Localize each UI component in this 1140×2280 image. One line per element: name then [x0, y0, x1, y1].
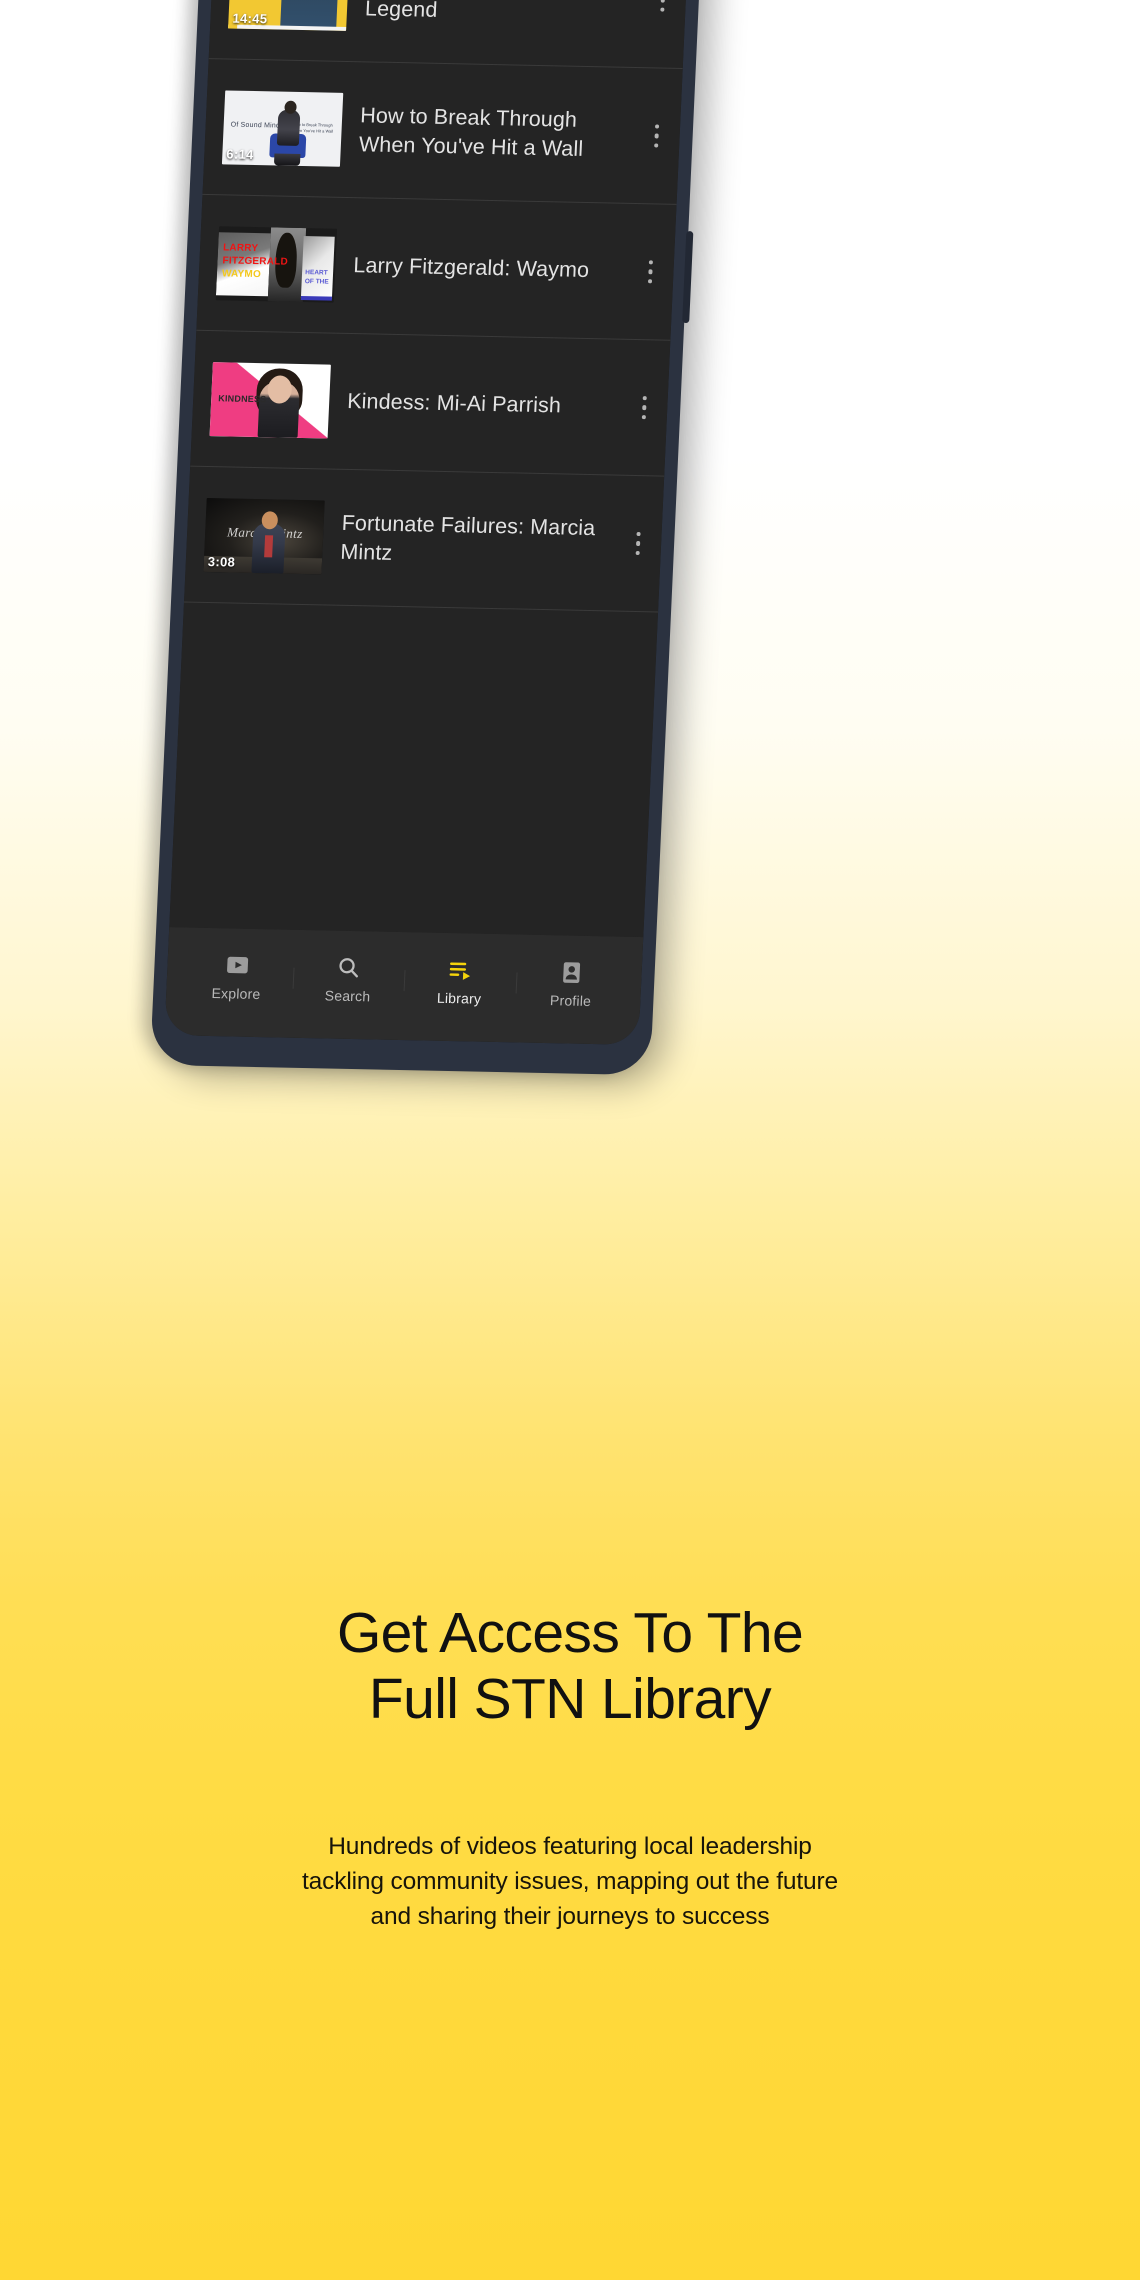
nav-item-search[interactable]: Search — [291, 953, 405, 1004]
thumbnail-side-line1: HEART — [305, 268, 328, 277]
duration-badge: 3:08 — [207, 553, 236, 570]
marcia-mintz-thumbnail[interactable]: Marcia Mintz 3:08 — [203, 497, 325, 574]
headline-line-2: Full STN Library — [368, 1667, 772, 1732]
duration-badge: 14:45 — [232, 10, 268, 26]
of-sound-mind-thumbnail[interactable]: Of Sound Mind How to Break Through When … — [221, 89, 344, 167]
larry-fitzgerald-waymo-thumbnail[interactable]: LARRY FITZGERALD WAYMO HEART OF THE — [215, 225, 338, 303]
alice-cooper-thumbnail[interactable]: COOPER ALICE COOPER 14:45 — [228, 0, 350, 31]
thumbnail-accent-bar — [301, 295, 333, 301]
play-square-icon — [224, 952, 251, 979]
subhead-line-1: Hundreds of videos featuring local leade… — [328, 1833, 812, 1860]
page-title: Get Access To The Full STN Library — [0, 1600, 1140, 1732]
overflow-menu-icon[interactable] — [630, 385, 658, 429]
thumbnail-side-text: HEART OF THE — [305, 268, 330, 287]
nav-label: Search — [324, 986, 371, 1004]
subhead-line-2: tackling community issues, mapping out t… — [301, 1867, 838, 1895]
nav-label: Library — [436, 989, 482, 1007]
video-title[interactable]: Alice Cooper, Rock & Roll Legend — [364, 0, 651, 28]
subhead-line-3: and sharing their journeys to success — [370, 1902, 770, 1930]
thumbnail-show-text: Of Sound Mind — [230, 121, 281, 130]
kindness-thumbnail[interactable]: KINDNESS — [209, 361, 331, 439]
nav-label: Profile — [549, 991, 592, 1009]
portrait-figure — [276, 109, 301, 146]
headline-line-1: Get Access To The — [336, 1601, 804, 1665]
playlist-play-icon — [447, 957, 474, 984]
overflow-menu-icon[interactable] — [624, 521, 652, 565]
nav-item-explore[interactable]: Explore — [180, 951, 294, 1002]
video-title[interactable]: Kindess: Mi-Ai Parrish — [347, 387, 632, 422]
video-title[interactable]: How to Break Through When You've Hit a W… — [358, 101, 645, 164]
page-subtitle: Hundreds of videos featuring local leade… — [0, 1830, 1140, 1934]
phone-mockup: McQUAiD MISSION PHASE 2 USING TECH TO TA… — [149, 0, 709, 1076]
person-badge-icon — [558, 959, 585, 986]
video-title[interactable]: Fortunate Failures: Marcia Mintz — [340, 509, 627, 572]
nav-label: Explore — [211, 984, 261, 1002]
portrait-top — [264, 534, 274, 557]
overflow-menu-icon[interactable] — [643, 114, 671, 158]
list-item[interactable]: KINDNESS Kindess: Mi-Ai Parrish — [190, 330, 671, 477]
thumbnail-title-line1: LARRY — [222, 241, 259, 254]
portrait-legs — [273, 152, 301, 166]
list-item[interactable]: LARRY FITZGERALD WAYMO HEART OF THE Larr… — [196, 194, 677, 341]
list-item[interactable]: COOPER ALICE COOPER 14:45 Alice Cooper, … — [208, 0, 689, 70]
list-item[interactable]: Of Sound Mind How to Break Through When … — [202, 59, 683, 205]
overflow-menu-icon[interactable] — [649, 0, 677, 22]
bottom-navigation-bar[interactable]: Explore Search Library Profile — [164, 927, 644, 1045]
nav-item-profile[interactable]: Profile — [514, 958, 628, 1009]
thumbnail-side-line2: OF THE — [304, 277, 329, 286]
search-icon — [335, 954, 362, 981]
portrait-head — [284, 100, 297, 114]
thumbnail-word: KINDNESS — [218, 392, 267, 404]
overflow-menu-icon[interactable] — [636, 250, 664, 294]
list-item[interactable]: Marcia Mintz 3:08 Fortunate Failures: Ma… — [183, 466, 665, 613]
phone-screen: McQUAiD MISSION PHASE 2 USING TECH TO TA… — [164, 0, 696, 1045]
thumbnail-title-line2: FITZGERALD — [222, 254, 289, 268]
duration-badge: 6:14 — [226, 145, 254, 162]
video-title[interactable]: Larry Fitzgerald: Waymo — [353, 251, 638, 286]
nav-item-library[interactable]: Library — [403, 956, 517, 1007]
thumbnail-title-line3: WAYMO — [221, 267, 262, 280]
video-library-list[interactable]: McQUAiD MISSION PHASE 2 USING TECH TO TA… — [169, 0, 696, 938]
